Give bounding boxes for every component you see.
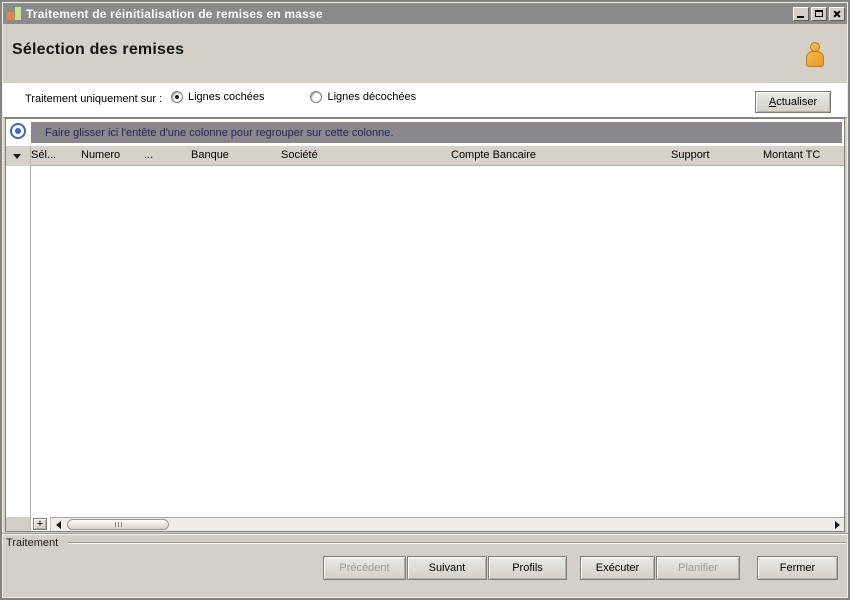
radio-unchecked-icon[interactable] [310,91,323,103]
maximize-button[interactable] [811,6,827,21]
next-button[interactable]: Suivant [407,556,487,580]
radio-lignes-decochees-label: Lignes décochées [327,91,417,103]
column-header-ellipsis[interactable]: ... [144,149,153,161]
person-icon [806,42,824,68]
scroll-right-button[interactable] [830,518,844,531]
treatment-group-line [68,542,846,544]
grid-header-row: Sél... Numero ... Banque Société Compte … [31,146,844,166]
radio-lignes-decochees[interactable]: Lignes décochées [310,91,416,103]
scroll-gutter [6,517,30,531]
dialog-window: Traitement de réinitialisation de remise… [0,0,850,600]
column-header-societe[interactable]: Société [281,149,318,161]
radio-checked-icon[interactable] [171,91,183,103]
refresh-button-label: Actualiser [768,96,818,108]
radio-lignes-cochees-label: Lignes cochées [188,91,265,103]
scroll-left-icon [55,520,61,529]
grid-body-empty[interactable] [31,167,844,516]
remittance-grid: Faire glisser ici l'entête d'une colonne… [5,118,845,532]
minimize-button[interactable] [793,6,809,21]
column-header-compte-bancaire[interactable]: Compte Bancaire [451,149,536,161]
app-icon [7,6,22,21]
window-title: Traitement de réinitialisation de remise… [26,6,323,21]
column-selector-arrow-icon[interactable] [13,154,21,159]
column-header-numero[interactable]: Numero [81,149,120,161]
treatment-scope-label: Traitement uniquement sur : [25,93,163,105]
schedule-button: Planifier [656,556,740,580]
execute-button[interactable]: Exécuter [580,556,655,580]
close-icon [833,9,841,18]
column-header-sel[interactable]: Sél... [31,149,56,161]
horizontal-scrollbar[interactable] [50,517,844,531]
column-header-support[interactable]: Support [671,149,710,161]
maximize-icon [815,9,823,17]
option-band: Traitement uniquement sur : Lignes coché… [3,83,847,118]
page-title: Sélection des remises [12,41,185,58]
column-header-banque[interactable]: Banque [191,149,229,161]
grid-scroll-row: + [6,517,844,531]
close-dialog-button[interactable]: Fermer [757,556,838,580]
scrollbar-thumb[interactable] [67,519,169,530]
profiles-button[interactable]: Profils [488,556,567,580]
titlebar[interactable]: Traitement de réinitialisation de remise… [3,3,847,24]
radio-lignes-cochees[interactable]: Lignes cochées [171,91,264,103]
treatment-group-label: Traitement [6,537,59,549]
treatment-scope-radios: Lignes cochées Lignes décochées [171,91,416,103]
record-indicator-icon [10,123,26,139]
group-by-drop-zone[interactable]: Faire glisser ici l'entête d'une colonne… [31,122,842,143]
add-row-button[interactable]: + [33,518,47,530]
column-header-montant-tc[interactable]: Montant TC [763,149,820,161]
close-button[interactable] [829,6,845,21]
scroll-left-button[interactable] [51,518,65,531]
minimize-icon [797,15,804,18]
scroll-right-icon [834,520,840,529]
footer-separator [2,533,848,535]
previous-button: Précédent [323,556,406,580]
refresh-button[interactable]: Actualiser [755,91,831,113]
group-by-hint: Faire glisser ici l'entête d'une colonne… [45,126,394,139]
